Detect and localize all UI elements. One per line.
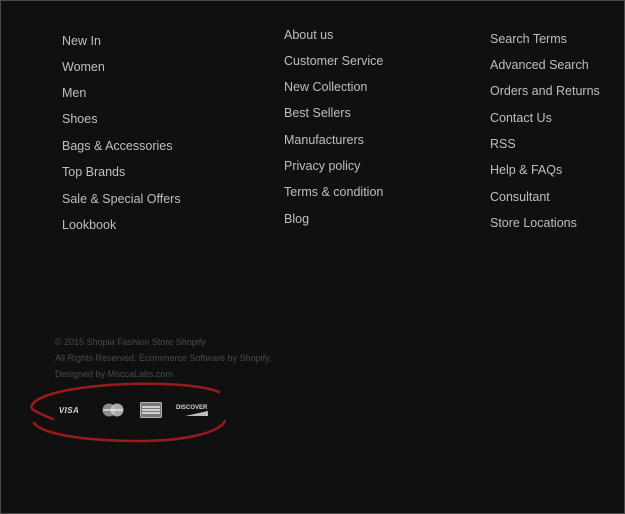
link-manufacturers[interactable]: Manufacturers xyxy=(284,132,364,148)
link-help-faqs[interactable]: Help & FAQs xyxy=(490,162,562,178)
link-about-us[interactable]: About us xyxy=(284,27,333,43)
link-top-brands[interactable]: Top Brands xyxy=(62,164,125,180)
link-lookbook[interactable]: Lookbook xyxy=(62,217,116,233)
link-blog[interactable]: Blog xyxy=(284,211,309,227)
discover-icon: DISCOVER xyxy=(175,401,209,419)
link-advanced-search[interactable]: Advanced Search xyxy=(490,57,589,73)
link-best-sellers[interactable]: Best Sellers xyxy=(284,105,351,121)
link-privacy-policy[interactable]: Privacy policy xyxy=(284,158,360,174)
link-consultant[interactable]: Consultant xyxy=(490,189,550,205)
mastercard-icon xyxy=(100,401,126,419)
link-contact-us[interactable]: Contact Us xyxy=(490,110,552,126)
link-new-collection[interactable]: New Collection xyxy=(284,79,367,95)
rights-line: All Rights Reserved. Ecommerce Software … xyxy=(55,353,272,363)
payment-methods: VISA DISCOVER xyxy=(29,379,229,445)
link-rss[interactable]: RSS xyxy=(490,136,516,152)
amex-icon xyxy=(140,401,162,419)
link-orders-returns[interactable]: Orders and Returns xyxy=(490,83,600,99)
link-bags-accessories[interactable]: Bags & Accessories xyxy=(62,138,172,154)
visa-icon: VISA xyxy=(58,405,80,415)
discover-label: DISCOVER xyxy=(176,405,208,411)
link-search-terms[interactable]: Search Terms xyxy=(490,31,567,47)
footer: New In Women Men Shoes Bags & Accessorie… xyxy=(0,0,625,514)
link-customer-service[interactable]: Customer Service xyxy=(284,53,383,69)
link-women[interactable]: Women xyxy=(62,59,105,75)
link-men[interactable]: Men xyxy=(62,85,86,101)
copyright-line: © 2015 Shopia Fashion Store Shopify xyxy=(55,337,206,347)
link-shoes[interactable]: Shoes xyxy=(62,111,97,127)
link-sale-special-offers[interactable]: Sale & Special Offers xyxy=(62,191,181,207)
copyright-block: © 2015 Shopia Fashion Store Shopify All … xyxy=(55,334,271,382)
link-new-in[interactable]: New In xyxy=(62,33,101,49)
link-store-locations[interactable]: Store Locations xyxy=(490,215,577,231)
link-terms-condition[interactable]: Terms & condition xyxy=(284,184,383,200)
